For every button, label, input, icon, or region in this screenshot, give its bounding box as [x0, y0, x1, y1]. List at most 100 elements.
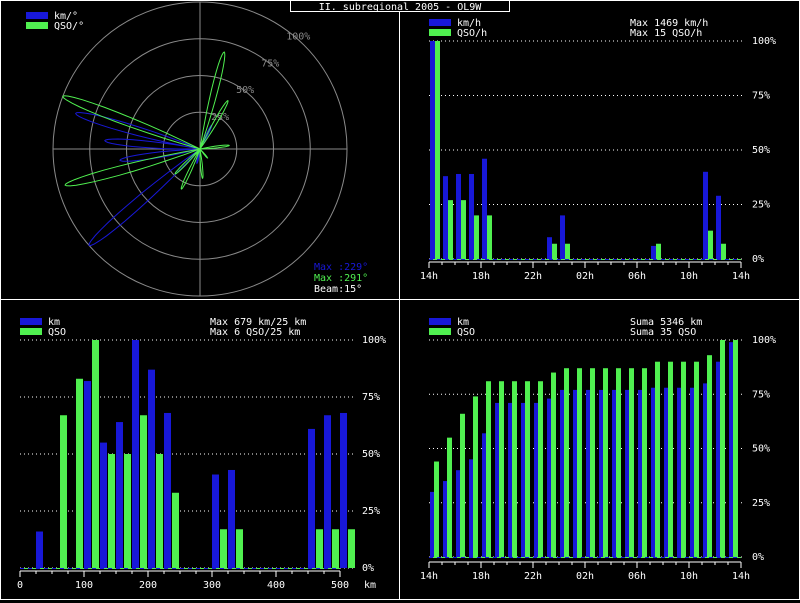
bar-qso — [603, 368, 608, 557]
bar-qso — [473, 396, 478, 557]
legend-swatch-km — [429, 19, 451, 26]
legend-swatch-km — [26, 12, 48, 19]
bar-qso — [447, 437, 452, 557]
km-beam-plot — [75, 112, 213, 247]
chart-frame: II. subregional 2005 - OL9W km/°QSO/°25%… — [0, 0, 800, 600]
bar-km — [560, 215, 565, 259]
bar-qso — [538, 381, 543, 557]
x-tick-label: 02h — [576, 271, 594, 282]
bar-km — [340, 412, 347, 568]
bar-qso — [642, 368, 647, 557]
bar-km — [469, 173, 474, 259]
beam-polar-chart: km/°QSO/°25%50%75%100%Max :229°Max :291°… — [26, 1, 368, 297]
bar-qso — [694, 361, 699, 557]
y-tick-label: 75% — [362, 392, 380, 403]
max-value-label: Suma 35 QSO — [630, 327, 696, 338]
x-tick-label: 500 — [331, 580, 349, 591]
bar-qso — [512, 381, 517, 557]
bar-km — [84, 381, 91, 568]
cumulative-chart: kmQSOSuma 5346 kmSuma 35 QSO0%25%50%75%1… — [420, 317, 776, 582]
bar-qso — [656, 243, 661, 259]
bar-km — [703, 171, 708, 259]
bar-qso — [460, 413, 465, 557]
bar-qso — [590, 368, 595, 557]
x-tick-label: 02h — [576, 571, 594, 582]
bar-qso — [487, 215, 492, 259]
x-tick-label: 100 — [75, 580, 93, 591]
bar-qso — [655, 361, 660, 557]
legend-swatch-qso — [20, 328, 42, 335]
bar-qso — [668, 361, 673, 557]
legend-label: QSO — [48, 327, 66, 338]
bar-qso — [220, 529, 227, 568]
legend-label: QSO — [457, 327, 475, 338]
bar-qso — [76, 378, 83, 568]
bar-km — [148, 369, 155, 568]
bar-qso — [434, 461, 439, 557]
y-tick-label: 50% — [362, 449, 380, 460]
bar-qso — [486, 381, 491, 557]
bar-qso — [461, 200, 466, 259]
max-value-label: Max 6 QSO/25 km — [210, 327, 300, 338]
bar-km — [308, 428, 315, 568]
legend-swatch-qso — [429, 328, 451, 335]
bar-km — [482, 158, 487, 259]
ring-label: 75% — [261, 58, 279, 69]
y-tick-label: 75% — [752, 389, 770, 400]
bar-qso — [708, 230, 713, 259]
x-tick-label: 400 — [267, 580, 285, 591]
bar-km — [228, 469, 235, 568]
bar-qso — [629, 368, 634, 557]
y-tick-label: 25% — [752, 200, 770, 211]
y-tick-label: 100% — [362, 335, 386, 346]
bar-km — [456, 173, 461, 259]
y-tick-label: 0% — [362, 563, 374, 574]
y-tick-label: 25% — [362, 506, 380, 517]
bar-km — [547, 237, 552, 259]
x-tick-label: 0 — [17, 580, 23, 591]
bar-km — [651, 245, 656, 259]
y-tick-label: 50% — [752, 444, 770, 455]
bar-km — [716, 195, 721, 259]
bar-qso — [564, 368, 569, 557]
bar-qso — [707, 355, 712, 557]
x-unit-label: km — [364, 580, 376, 591]
y-tick-label: 75% — [752, 91, 770, 102]
per-hour-chart: km/hQSO/hMax 1469 km/hMax 15 QSO/h0%25%5… — [420, 18, 776, 282]
bar-qso — [348, 529, 355, 568]
y-tick-label: 0% — [752, 552, 764, 563]
bar-qso — [720, 340, 725, 557]
legend-label: QSO/h — [457, 28, 487, 39]
bar-km — [100, 442, 107, 568]
bar-km — [430, 41, 435, 259]
bar-km — [443, 176, 448, 259]
bar-qso — [616, 368, 621, 557]
bar-qso — [172, 492, 179, 568]
x-tick-label: 300 — [203, 580, 221, 591]
bar-qso — [733, 340, 738, 557]
bar-qso — [92, 340, 99, 568]
x-tick-label: 06h — [628, 271, 646, 282]
x-tick-label: 10h — [680, 271, 698, 282]
bar-qso — [577, 368, 582, 557]
bar-qso — [448, 200, 453, 259]
legend-swatch-km — [429, 318, 451, 325]
report-page: II. subregional 2005 - OL9W km/° QSO/° 25%… — [0, 0, 800, 600]
bar-qso — [552, 243, 557, 259]
y-tick-label: 100% — [752, 36, 776, 47]
bar-km — [36, 531, 43, 568]
legend-swatch-qso — [26, 22, 48, 29]
bar-qso — [124, 454, 131, 568]
x-tick-label: 200 — [139, 580, 157, 591]
bar-qso — [60, 415, 67, 568]
x-tick-label: 14h — [420, 271, 438, 282]
bar-qso — [156, 454, 163, 568]
legend-swatch-qso — [429, 29, 451, 36]
ring-label: 100% — [286, 31, 310, 42]
bar-qso — [681, 361, 686, 557]
x-tick-label: 06h — [628, 571, 646, 582]
bar-qso — [332, 529, 339, 568]
max-azimuth-qso: Max :291° — [314, 273, 368, 284]
max-azimuth-km: Max :229° — [314, 262, 368, 273]
bar-km — [324, 415, 331, 568]
